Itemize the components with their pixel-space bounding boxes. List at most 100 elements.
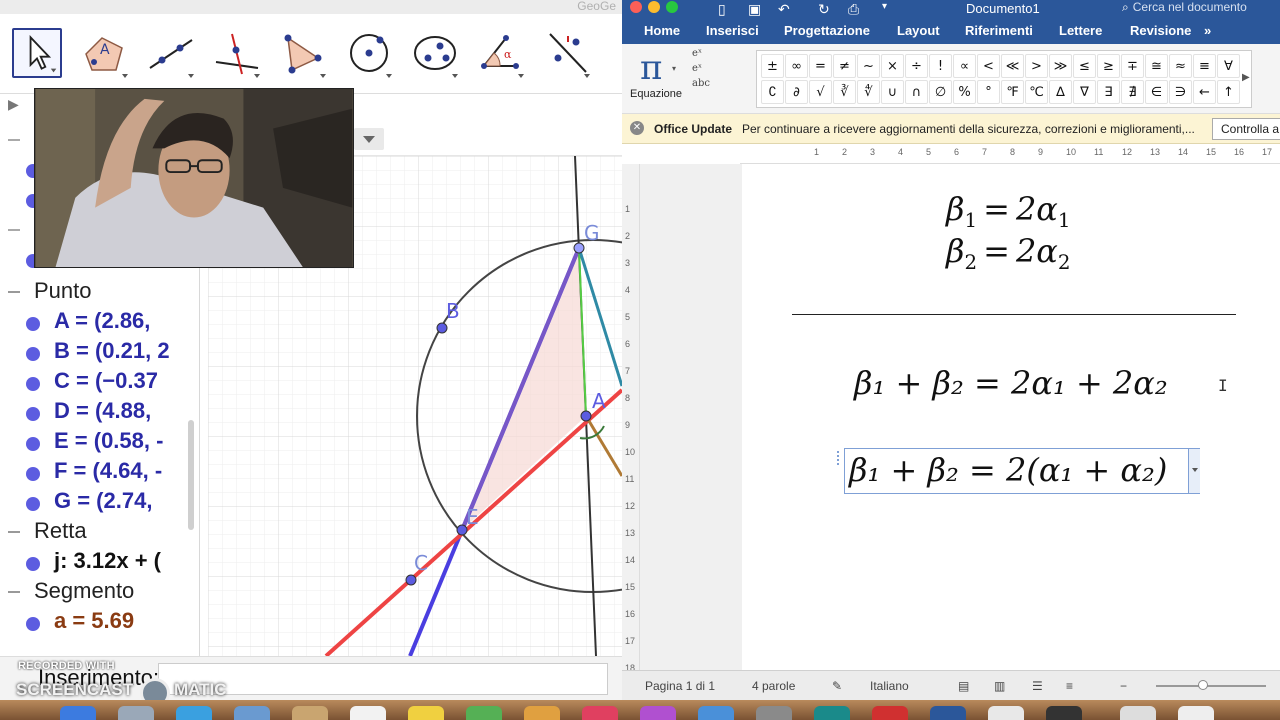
- close-window-icon[interactable]: [630, 1, 642, 13]
- symbol-button[interactable]: ≫: [1049, 54, 1072, 78]
- print-layout-icon[interactable]: ▤: [958, 679, 969, 693]
- equation-button[interactable]: π ▾ Equazione: [626, 48, 690, 108]
- outline-view-icon[interactable]: ☰: [1032, 679, 1043, 693]
- symbol-button[interactable]: ∞: [785, 54, 808, 78]
- graphics-style-dropdown[interactable]: [354, 128, 384, 150]
- equation-2[interactable]: β2 = 2α2: [946, 232, 1071, 274]
- word-count[interactable]: 4 parole: [752, 679, 795, 693]
- symbol-button[interactable]: √: [809, 80, 832, 104]
- visibility-dot-icon[interactable]: [26, 377, 40, 391]
- move-tool[interactable]: [12, 28, 62, 78]
- finder-dock-icon[interactable]: [60, 706, 96, 720]
- safari-dock-icon[interactable]: [176, 706, 212, 720]
- symbol-button[interactable]: ∩: [905, 80, 928, 104]
- symbol-button[interactable]: ≠: [833, 54, 856, 78]
- contacts-dock-icon[interactable]: [292, 706, 328, 720]
- zoom-slider-knob[interactable]: [1198, 680, 1208, 690]
- symbol-button[interactable]: ∜: [857, 80, 880, 104]
- tab-progettazione[interactable]: Progettazione: [784, 23, 870, 38]
- symbol-button[interactable]: ≤: [1073, 54, 1096, 78]
- symbol-button[interactable]: ∆: [1049, 80, 1072, 104]
- symbol-button[interactable]: ∁: [761, 80, 784, 104]
- symbol-button[interactable]: ~: [857, 54, 880, 78]
- point-tool[interactable]: A: [80, 28, 130, 78]
- visibility-dot-icon[interactable]: [26, 407, 40, 421]
- acrobat-dock-icon[interactable]: [872, 706, 908, 720]
- tab-riferimenti[interactable]: Riferimenti: [965, 23, 1033, 38]
- algebra-minus-2[interactable]: [8, 229, 20, 231]
- trash-dock-icon[interactable]: [1178, 706, 1214, 720]
- page-count[interactable]: Pagina 1 di 1: [645, 679, 715, 693]
- geogebra-dock-icon[interactable]: [988, 706, 1024, 720]
- point-b[interactable]: [436, 322, 448, 334]
- symbol-button[interactable]: %: [953, 80, 976, 104]
- symbol-button[interactable]: °: [977, 80, 1000, 104]
- visibility-dot-icon[interactable]: [26, 497, 40, 511]
- angle-tool[interactable]: α: [476, 28, 526, 78]
- symbol-button[interactable]: ∀: [1217, 54, 1240, 78]
- app-dock-icon[interactable]: [814, 706, 850, 720]
- ellipse-tool[interactable]: [410, 28, 460, 78]
- tabs-more-icon[interactable]: »: [1204, 23, 1211, 38]
- symbol-button[interactable]: ÷: [905, 54, 928, 78]
- point-a[interactable]: [580, 410, 592, 422]
- circle-center-tool[interactable]: [344, 28, 394, 78]
- symbol-button[interactable]: ℉: [1001, 80, 1024, 104]
- symbol-button[interactable]: ∋: [1169, 80, 1192, 104]
- symbol-button[interactable]: ≡: [1193, 54, 1216, 78]
- symbol-button[interactable]: ∓: [1121, 54, 1144, 78]
- visibility-dot-icon[interactable]: [26, 317, 40, 331]
- draft-view-icon[interactable]: ≡: [1066, 679, 1073, 693]
- symbol-button[interactable]: ±: [761, 54, 784, 78]
- word-dock-icon[interactable]: [930, 706, 966, 720]
- save-icon[interactable]: ▣: [748, 1, 761, 18]
- equation-handle-icon[interactable]: [837, 451, 843, 465]
- symbol-button[interactable]: ∛: [833, 80, 856, 104]
- algebra-item[interactable]: j: 3.12x + (: [0, 548, 190, 578]
- reflect-tool[interactable]: [542, 28, 592, 78]
- calendar-dock-icon[interactable]: [350, 706, 386, 720]
- visibility-dot-icon[interactable]: [26, 617, 40, 631]
- zoom-slider[interactable]: [1156, 685, 1266, 687]
- equation-editor-box[interactable]: β₁ + β₂ = 2(α₁ + α₂): [837, 448, 1200, 494]
- search-box[interactable]: ⌕ Cerca nel documento: [1122, 0, 1280, 16]
- preferences-dock-icon[interactable]: [756, 706, 792, 720]
- symbol-button[interactable]: =: [809, 54, 832, 78]
- numbers-dock-icon[interactable]: [466, 706, 502, 720]
- print-icon[interactable]: ⎙: [848, 1, 859, 18]
- visibility-dot-icon[interactable]: [26, 557, 40, 571]
- equation-4[interactable]: β₁ + β₂ = 2(α₁ + α₂): [849, 451, 1167, 489]
- itunes-dock-icon[interactable]: [582, 706, 618, 720]
- tab-revisione[interactable]: Revisione: [1130, 23, 1191, 38]
- terminal-dock-icon[interactable]: [1046, 706, 1082, 720]
- algebra-item[interactable]: G = (2.74,: [0, 488, 190, 518]
- algebra-minus-1[interactable]: [8, 139, 20, 141]
- symbol-button[interactable]: ∂: [785, 80, 808, 104]
- symbol-button[interactable]: ≥: [1097, 54, 1120, 78]
- maximize-window-icon[interactable]: [666, 1, 678, 13]
- mail-dock-icon[interactable]: [234, 706, 270, 720]
- algebra-item[interactable]: A = (2.86,: [0, 308, 190, 338]
- algebra-item[interactable]: F = (4.64, -: [0, 458, 190, 488]
- web-layout-icon[interactable]: ▥: [994, 679, 1005, 693]
- notes-dock-icon[interactable]: [408, 706, 444, 720]
- symbol-button[interactable]: ℃: [1025, 80, 1048, 104]
- symbol-button[interactable]: ∇: [1073, 80, 1096, 104]
- launchpad-dock-icon[interactable]: [118, 706, 154, 720]
- line-tool[interactable]: [146, 28, 196, 78]
- professional-format-icon[interactable]: eˣ: [692, 46, 712, 61]
- downloads-dock-icon[interactable]: [1120, 706, 1156, 720]
- perpendicular-tool[interactable]: [212, 28, 262, 78]
- point-g[interactable]: [573, 242, 585, 254]
- equation-1[interactable]: β1 = 2α1: [946, 190, 1071, 232]
- horizontal-ruler[interactable]: 123456789101112131415161718: [740, 144, 1280, 164]
- photos-dock-icon[interactable]: [524, 706, 560, 720]
- proofing-icon[interactable]: ✎: [832, 679, 842, 693]
- tab-home[interactable]: Home: [644, 23, 680, 38]
- symbol-button[interactable]: ∈: [1145, 80, 1168, 104]
- algebra-category[interactable]: Punto: [0, 278, 190, 308]
- gallery-scroll-icon[interactable]: ▶: [1242, 72, 1250, 83]
- algebra-scrollbar[interactable]: [188, 420, 194, 530]
- collapse-minus-icon[interactable]: [8, 291, 20, 293]
- appstore-dock-icon[interactable]: [698, 706, 734, 720]
